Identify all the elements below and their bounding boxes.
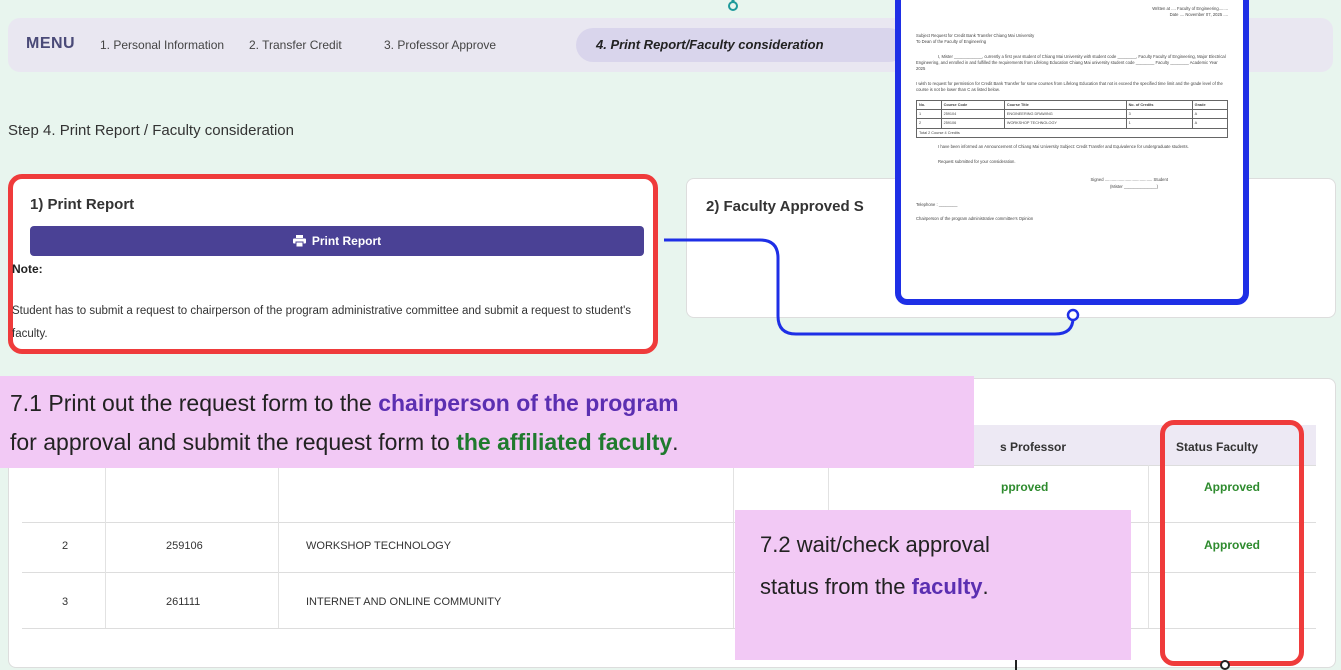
callout-text: . <box>982 574 989 599</box>
connector-lines <box>664 0 1230 670</box>
callout-text: status from the <box>760 574 912 599</box>
callout-highlight: chairperson of the program <box>378 390 679 416</box>
callout-text: for approval and submit the request form… <box>10 429 457 455</box>
callout-step-7-1-text: 7.1 Print out the request form to the ch… <box>10 384 990 462</box>
callout-highlight: faculty <box>911 574 983 599</box>
callout-text: . <box>672 429 679 455</box>
callout-step-7-2-text: 7.2 wait/check approval status from the … <box>760 524 1120 608</box>
callout-text: 7.2 wait/check approval <box>760 532 990 557</box>
callout-text: 7.1 Print out the request form to the <box>10 390 379 416</box>
callout-highlight: the affiliated faculty <box>456 429 673 455</box>
